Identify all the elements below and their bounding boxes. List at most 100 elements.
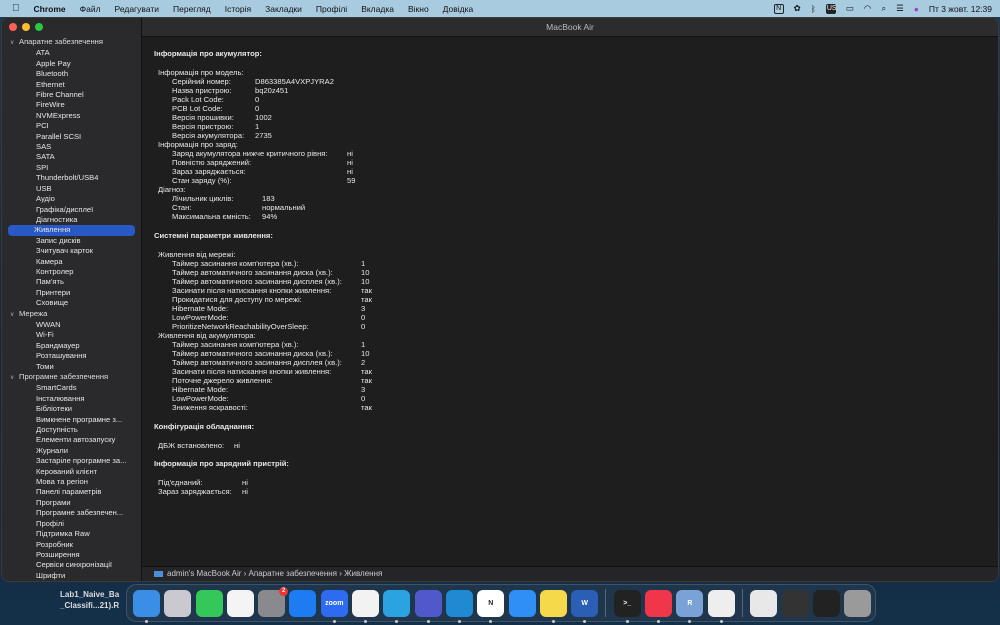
dock-chrome-icon[interactable] [352, 589, 380, 623]
sidebar-item[interactable]: SATA [6, 152, 140, 162]
sidebar-item[interactable]: Застаріле програмне за... [6, 456, 140, 466]
dock-zoom-icon[interactable]: zoom [320, 589, 348, 623]
dock-notes-icon[interactable] [539, 589, 567, 623]
sidebar-item[interactable]: Wi-Fi [6, 330, 140, 340]
sidebar-item[interactable]: Графіка/дисплеї [6, 205, 140, 215]
sidebar-item[interactable]: Thunderbolt/USB4 [6, 173, 140, 183]
sidebar-item[interactable]: Зчитувач карток [6, 246, 140, 256]
sidebar-item[interactable]: Запис дисків [6, 236, 140, 246]
sidebar-item[interactable]: Програми [6, 498, 140, 508]
sidebar-item[interactable]: Камера [6, 257, 140, 267]
menu-item[interactable]: Редагувати [115, 4, 159, 14]
menu-item[interactable]: Історія [225, 4, 251, 14]
battery-icon[interactable]: ▭ [846, 3, 854, 14]
sidebar-item[interactable]: SmartCards [6, 383, 140, 393]
sidebar-item[interactable]: Інсталювання [6, 394, 140, 404]
sidebar-item[interactable]: Аудіо [6, 194, 140, 204]
dock-system-settings-icon[interactable]: 2 [258, 586, 289, 617]
sidebar-item[interactable]: Панелі параметрів [6, 487, 140, 497]
menu-item[interactable]: Вкладка [361, 4, 394, 14]
dock-teams-icon[interactable] [414, 589, 442, 623]
keyboard-layout-icon[interactable]: US [825, 3, 837, 14]
sidebar-item[interactable]: Ethernet [6, 80, 140, 90]
menu-item[interactable]: Закладки [265, 4, 302, 14]
sidebar-item[interactable]: Розширення [6, 550, 140, 560]
sidebar-item[interactable]: Вимкнене програмне з... [6, 415, 140, 425]
chevron-down-icon[interactable]: ∨ [10, 310, 19, 320]
sidebar-item[interactable]: Журнали [6, 446, 140, 456]
minimize-button[interactable] [22, 23, 30, 31]
sidebar-item[interactable]: Живлення [8, 225, 135, 236]
sidebar-item[interactable]: SAS [6, 142, 140, 152]
sidebar-item[interactable]: Елементи автозапуску [6, 435, 140, 445]
search-icon[interactable]: ⌕ [881, 3, 886, 14]
dock-r-icon[interactable]: R [676, 589, 704, 623]
sidebar-item[interactable]: Мова та регіон [6, 477, 140, 487]
dock-terminal-icon[interactable]: >_ [613, 589, 641, 623]
sidebar-item[interactable]: PCI [6, 121, 140, 131]
menu-item[interactable]: Профілі [316, 4, 347, 14]
sidebar-item[interactable]: Контролер [6, 267, 140, 277]
dock-app-store-icon[interactable] [289, 589, 317, 617]
dock-vscode-window-icon[interactable] [781, 589, 809, 617]
menu-item[interactable]: Довідка [443, 4, 474, 14]
menu-app-name[interactable]: Chrome [34, 4, 66, 14]
sidebar-item[interactable]: Принтери [6, 288, 140, 298]
apple-menu-icon[interactable]:  [12, 3, 20, 14]
menu-item[interactable]: Вікно [408, 4, 429, 14]
wifi-icon[interactable]: ◠ [864, 3, 871, 14]
dock-vscode-icon[interactable] [445, 589, 473, 623]
chevron-down-icon[interactable]: ∨ [10, 373, 19, 383]
sidebar-item[interactable]: Apple Pay [6, 59, 140, 69]
sidebar-group[interactable]: ∨ Мережа [2, 309, 142, 320]
sidebar-item[interactable]: Керований клієнт [6, 467, 140, 477]
sidebar-item[interactable]: Томи [6, 362, 140, 372]
sidebar-item[interactable]: Bluetooth [6, 69, 140, 79]
dock-document-icon[interactable] [750, 589, 778, 617]
dock-word-icon[interactable]: W [571, 589, 599, 623]
sidebar-group[interactable]: ∨ Апаратне забезпечення [2, 37, 142, 48]
dock-messages-icon[interactable] [195, 589, 223, 617]
extension-icon[interactable]: ✿ [794, 3, 801, 14]
desktop-file[interactable]: Lab1_Naive_Ba _Classifi...21).R [60, 589, 119, 611]
sidebar-item[interactable]: USB [6, 184, 140, 194]
bluetooth-icon[interactable]: ᛒ [811, 4, 816, 14]
sidebar-item[interactable]: Шрифти [6, 571, 140, 581]
sidebar-item[interactable]: ATA [6, 48, 140, 58]
sidebar-item[interactable]: SPI [6, 163, 140, 173]
sidebar-item[interactable]: Parallel SCSI [6, 132, 140, 142]
sidebar-item[interactable]: Брандмауер [6, 341, 140, 351]
sidebar-item[interactable]: Діагностика [6, 215, 140, 225]
notion-icon[interactable]: N [773, 3, 784, 14]
sidebar-item[interactable]: Сховище [6, 298, 140, 308]
sidebar-item[interactable]: Профілі [6, 519, 140, 529]
sidebar-item[interactable]: WWAN [6, 320, 140, 330]
sidebar-group[interactable]: ∨ Програмне забезпечення [2, 372, 142, 383]
sidebar-item[interactable]: Розробник [6, 540, 140, 550]
sidebar-item[interactable]: Бібліотеки [6, 404, 140, 414]
sidebar-item[interactable]: Підтримка Raw [6, 529, 140, 539]
dock-finder-icon[interactable] [133, 589, 160, 623]
dock-launchpad-icon[interactable] [164, 589, 192, 617]
dock-photos-icon[interactable] [226, 589, 254, 617]
sidebar-item[interactable]: Пам'ять [6, 277, 140, 287]
control-center-icon[interactable]: ☰ [896, 3, 904, 14]
sidebar-item[interactable]: Розташування [6, 351, 140, 361]
dock-notion-icon[interactable]: N [477, 589, 505, 623]
sidebar-item[interactable]: Fibre Channel [6, 90, 140, 100]
menu-item[interactable]: Файл [80, 4, 101, 14]
zoom-button[interactable] [35, 23, 43, 31]
dock-music-icon[interactable] [645, 589, 673, 623]
sidebar-item[interactable]: Програмне забезпечен... [6, 508, 140, 518]
sidebar-item[interactable]: NVMExpress [6, 111, 140, 121]
dock-telegram-icon[interactable] [383, 589, 411, 623]
sidebar-item[interactable]: Сервіси синхронізації [6, 560, 140, 570]
siri-icon[interactable]: ● [914, 4, 919, 14]
dock-system-information-icon[interactable] [707, 589, 735, 623]
datetime[interactable]: Пт 3 жовт. 12:39 [929, 4, 992, 14]
chevron-down-icon[interactable]: ∨ [10, 38, 19, 48]
menu-item[interactable]: Перегляд [173, 4, 211, 14]
sidebar-item[interactable]: FireWire [6, 100, 140, 110]
sidebar-item[interactable]: Доступність [6, 425, 140, 435]
dock-finder-window-icon[interactable] [812, 589, 840, 617]
